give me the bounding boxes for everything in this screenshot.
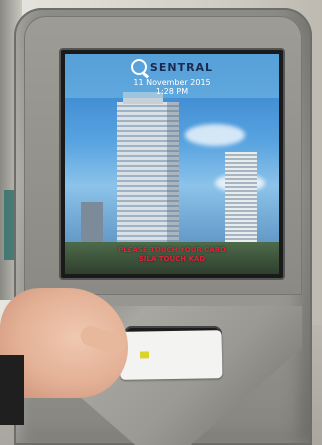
tap-card-message: PLEASE TOUCH YOUR CARD SILA TOUCH KAD [65,246,279,264]
display-bezel: SENTRAL 11 November 2015 1:28 PM PLEASE … [61,50,283,278]
date-text: 11 November 2015 [133,78,211,87]
message-line-1: PLEASE TOUCH YOUR CARD [118,246,226,254]
cloud [185,124,245,146]
screen-header: SENTRAL 11 November 2015 1:28 PM [65,54,279,98]
sleeve [0,355,24,425]
q-logo-icon [130,59,147,75]
brand-name: SENTRAL [149,60,214,74]
message-line-2: SILA TOUCH KAD [138,255,206,263]
display-screen: SENTRAL 11 November 2015 1:28 PM PLEASE … [65,54,279,274]
logo-row: SENTRAL [65,58,279,76]
card-chip-icon [139,351,150,359]
fare-card [119,330,223,380]
time-text: 1:28 PM [155,87,189,96]
